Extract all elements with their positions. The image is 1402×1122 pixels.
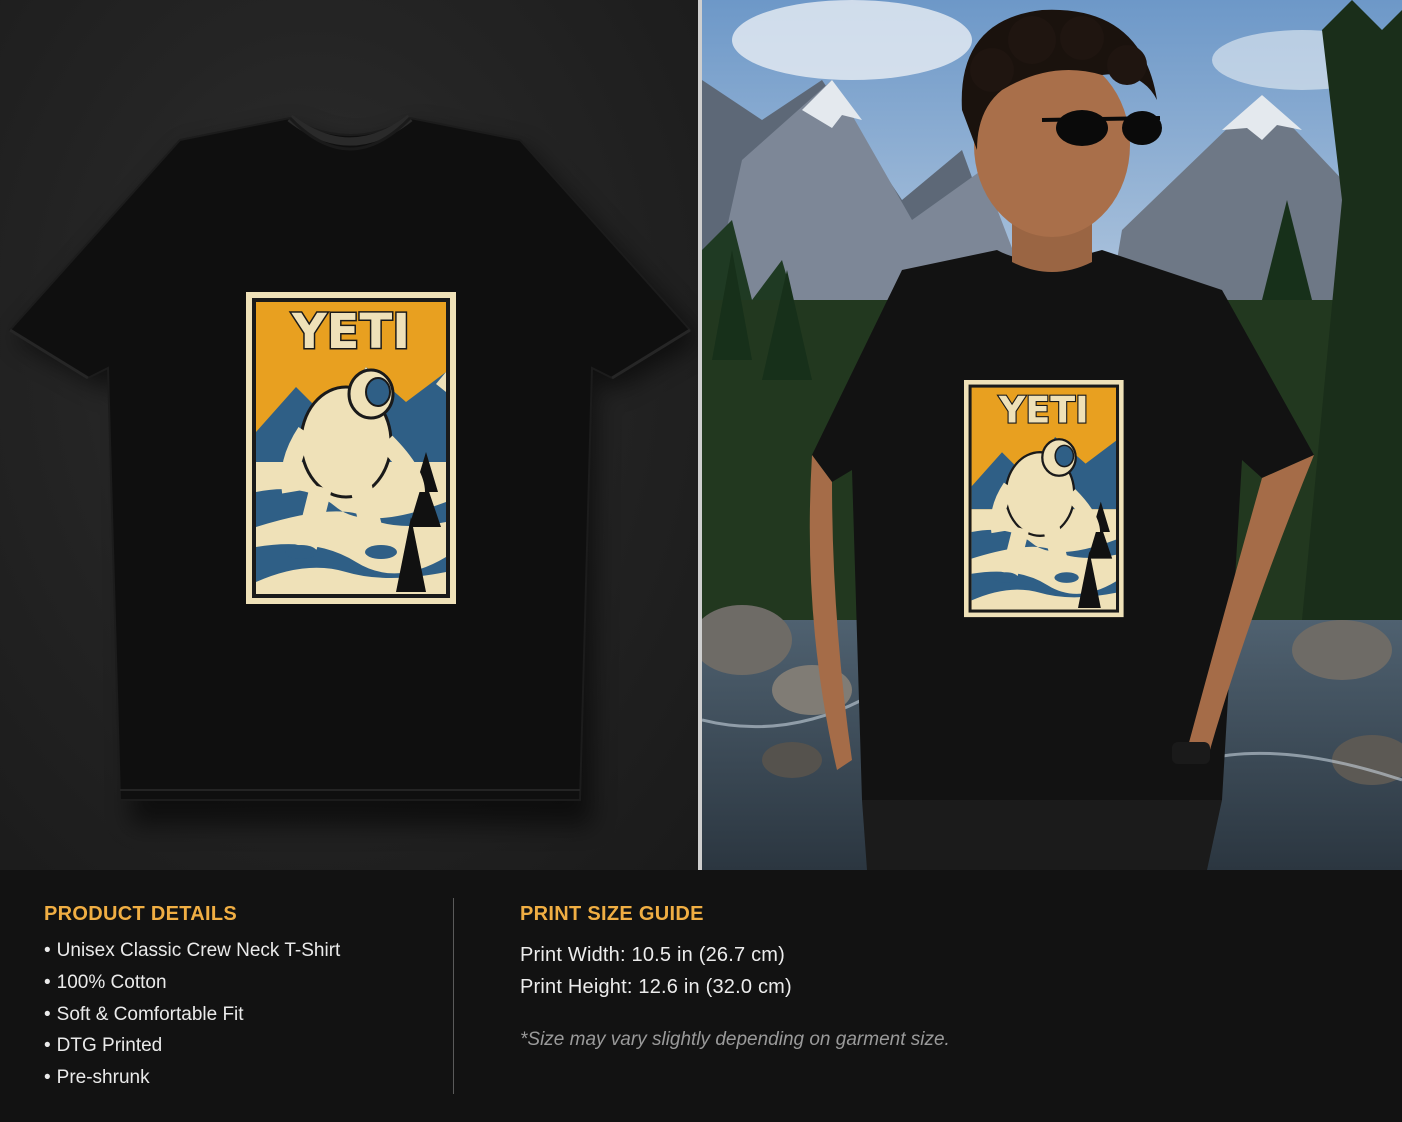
product-details-list: Unisex Classic Crew Neck T-Shirt 100% Co… xyxy=(44,940,341,1099)
print-width-text: Print Width: 10.5 in (26.7 cm) xyxy=(520,944,785,966)
model-mockup-panel: YETI xyxy=(702,0,1402,870)
detail-item: Pre-shrunk xyxy=(44,1067,340,1099)
print-size-guide-heading: PRINT SIZE GUIDE xyxy=(520,903,704,925)
yeti-print-model: YETI xyxy=(964,380,1124,618)
info-divider xyxy=(453,898,454,1094)
detail-item: DTG Printed xyxy=(44,1035,340,1067)
detail-item: 100% Cotton xyxy=(44,972,340,1004)
print-title-model: YETI xyxy=(998,389,1089,432)
product-details-heading: PRODUCT DETAILS xyxy=(44,903,238,925)
print-title-flat: YETI xyxy=(291,304,410,360)
flat-lay-shirt-image: YETI xyxy=(8,114,698,825)
product-info-band: PRODUCT DETAILS Unisex Classic Crew Neck… xyxy=(0,870,1402,1122)
print-height-text: Print Height: 12.6 in (32.0 cm) xyxy=(520,976,792,998)
yeti-print-flat: YETI xyxy=(246,292,456,604)
flat-lay-mockup-panel: YETI xyxy=(0,0,698,870)
size-disclaimer-note: *Size may vary slightly depending on gar… xyxy=(520,1029,950,1050)
detail-item: Unisex Classic Crew Neck T-Shirt xyxy=(44,940,341,972)
detail-item: Soft & Comfortable Fit xyxy=(44,1004,340,1036)
model-lifestyle-image: YETI xyxy=(702,0,1402,870)
